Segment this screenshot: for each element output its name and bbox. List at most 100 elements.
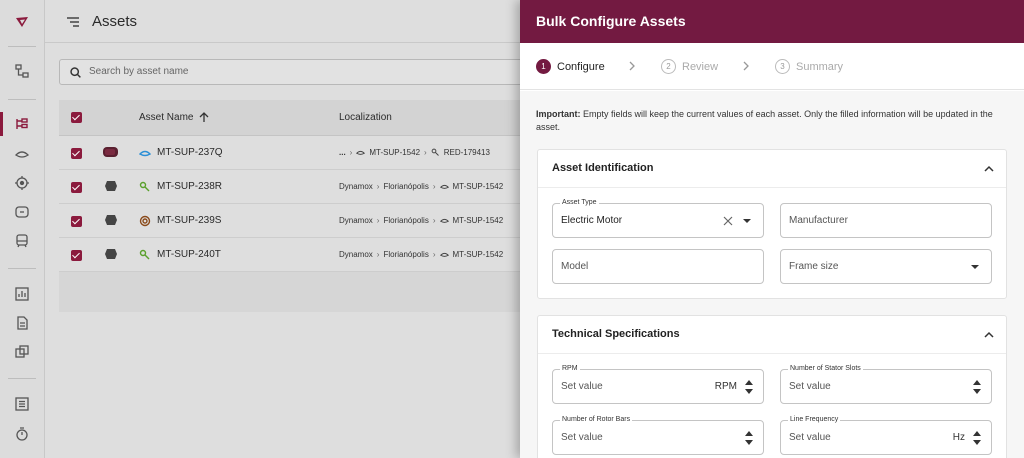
copy-icon[interactable] bbox=[10, 340, 34, 364]
chevron-right-icon bbox=[629, 61, 635, 71]
active-indicator bbox=[0, 112, 3, 136]
header-localization[interactable]: Localization bbox=[339, 112, 392, 123]
motor-thumbnail bbox=[103, 147, 118, 157]
caret-down-icon[interactable] bbox=[971, 265, 979, 269]
field-label: Number of Rotor Bars bbox=[560, 416, 633, 423]
localization-breadcrumb: Dynamox › Florianópolis › MT-SUP-1542 bbox=[339, 182, 504, 191]
breadcrumb-item[interactable]: Dynamox bbox=[339, 250, 373, 259]
step-review[interactable]: 2 Review bbox=[661, 59, 718, 74]
step-summary[interactable]: 3 Summary bbox=[775, 59, 843, 74]
field-label: Line Frequency bbox=[788, 416, 841, 423]
caret-down-icon[interactable] bbox=[743, 219, 751, 223]
gearbox-thumbnail bbox=[105, 181, 117, 191]
table-row[interactable]: MT-SUP-237Q ... › MT-SUP-1542 › RED-1794… bbox=[59, 136, 529, 170]
line-frequency-field[interactable]: Line Frequency Set value Hz bbox=[780, 416, 992, 455]
target-icon[interactable] bbox=[10, 171, 34, 195]
section-title: Technical Specifications bbox=[552, 328, 680, 340]
asset-name[interactable]: MT-SUP-240T bbox=[157, 249, 221, 260]
clear-icon[interactable] bbox=[723, 216, 733, 226]
localization-breadcrumb: ... › MT-SUP-1542 › RED-179413 bbox=[339, 148, 490, 157]
section-title: Asset Identification bbox=[552, 162, 654, 174]
asset-name[interactable]: MT-SUP-239S bbox=[157, 215, 221, 226]
bulk-configure-drawer: Bulk Configure Assets 1 Configure 2 Revi… bbox=[520, 0, 1024, 458]
select-all-checkbox[interactable] bbox=[71, 112, 82, 123]
breadcrumb-item[interactable]: MT-SUP-1542 bbox=[453, 216, 504, 225]
header-asset-name[interactable]: Asset Name bbox=[139, 112, 193, 123]
stepper-icon[interactable] bbox=[745, 379, 753, 395]
field-label: RPM bbox=[560, 365, 580, 372]
table-row[interactable]: MT-SUP-238R Dynamox › Florianópolis › MT… bbox=[59, 170, 529, 204]
sensor-icon bbox=[439, 252, 449, 257]
breadcrumb-more[interactable]: ... bbox=[339, 148, 346, 157]
breadcrumb-item[interactable]: RED-179413 bbox=[444, 148, 490, 157]
search-placeholder: Search by asset name bbox=[89, 66, 189, 77]
field-placeholder: Set value bbox=[789, 432, 831, 443]
assets-table: Asset Name Localization MT-SUP-237Q ... … bbox=[59, 100, 529, 312]
breadcrumb-item[interactable]: MT-SUP-1542 bbox=[453, 182, 504, 191]
row-checkbox[interactable] bbox=[71, 216, 82, 227]
step-number: 3 bbox=[775, 59, 790, 74]
step-number: 1 bbox=[536, 59, 551, 74]
technical-specifications-card: Technical Specifications RPM Set value R… bbox=[537, 315, 1007, 458]
breadcrumb-item[interactable]: MT-SUP-1542 bbox=[369, 148, 420, 157]
menu-collapse-icon[interactable] bbox=[65, 14, 81, 30]
rpm-field[interactable]: RPM Set value RPM bbox=[552, 365, 764, 404]
chart-icon[interactable] bbox=[10, 282, 34, 306]
drawer-header: Bulk Configure Assets bbox=[520, 0, 1024, 43]
stator-slots-field[interactable]: Number of Stator Slots Set value bbox=[780, 365, 992, 404]
asset-type-select[interactable]: Asset Type Electric Motor bbox=[552, 199, 764, 238]
table-header: Asset Name Localization bbox=[59, 100, 529, 136]
rotor-bars-field[interactable]: Number of Rotor Bars Set value bbox=[552, 416, 764, 455]
frame-size-select[interactable]: Frame size bbox=[780, 249, 992, 284]
asset-name[interactable]: MT-SUP-238R bbox=[157, 181, 222, 192]
model-field[interactable]: Model bbox=[552, 249, 764, 284]
sensor-icon[interactable] bbox=[10, 142, 34, 166]
asset-name[interactable]: MT-SUP-237Q bbox=[157, 147, 223, 158]
hierarchy-icon[interactable] bbox=[10, 59, 34, 83]
document-icon[interactable] bbox=[10, 311, 34, 335]
drawer-title: Bulk Configure Assets bbox=[536, 13, 686, 29]
top-bar: Assets bbox=[45, 0, 525, 43]
gateway-icon[interactable] bbox=[10, 200, 34, 224]
stepper-icon[interactable] bbox=[745, 430, 753, 446]
assets-tree-icon[interactable] bbox=[10, 112, 34, 136]
step-configure[interactable]: 1 Configure bbox=[536, 59, 605, 74]
sensor-icon bbox=[356, 150, 366, 155]
manufacturer-field[interactable]: Manufacturer bbox=[780, 203, 992, 238]
field-placeholder: Set value bbox=[561, 381, 603, 392]
stepper-icon[interactable] bbox=[973, 379, 981, 395]
localization-breadcrumb: Dynamox › Florianópolis › MT-SUP-1542 bbox=[339, 250, 504, 259]
field-label: Asset Type bbox=[560, 199, 599, 206]
row-checkbox[interactable] bbox=[71, 250, 82, 261]
localization-breadcrumb: Dynamox › Florianópolis › MT-SUP-1542 bbox=[339, 216, 504, 225]
sort-up-icon[interactable] bbox=[199, 112, 209, 123]
search-icon bbox=[70, 67, 81, 78]
search-input[interactable]: Search by asset name bbox=[59, 59, 529, 85]
stepper-icon[interactable] bbox=[973, 430, 981, 446]
notice-text: Empty fields will keep the current value… bbox=[536, 109, 993, 132]
gearbox-thumbnail bbox=[105, 215, 117, 225]
drawer-content: Important: Empty fields will keep the cu… bbox=[520, 91, 1024, 458]
chevron-up-icon[interactable] bbox=[984, 164, 994, 174]
field-placeholder: Frame size bbox=[789, 261, 839, 272]
logo-icon bbox=[10, 10, 34, 34]
breadcrumb-item[interactable]: Dynamox bbox=[339, 216, 373, 225]
breadcrumb-item[interactable]: MT-SUP-1542 bbox=[453, 250, 504, 259]
chevron-up-icon[interactable] bbox=[984, 330, 994, 340]
sensor-icon bbox=[439, 218, 449, 223]
timer-icon[interactable] bbox=[10, 422, 34, 446]
breadcrumb-item[interactable]: Florianópolis bbox=[383, 250, 428, 259]
row-checkbox[interactable] bbox=[71, 148, 82, 159]
row-checkbox[interactable] bbox=[71, 182, 82, 193]
step-label: Configure bbox=[557, 60, 605, 73]
field-placeholder: Model bbox=[561, 261, 589, 272]
gear-type-icon bbox=[139, 249, 150, 260]
breadcrumb-item[interactable]: Dynamox bbox=[339, 182, 373, 191]
sidebar bbox=[0, 0, 45, 458]
list-icon[interactable] bbox=[10, 392, 34, 416]
table-row[interactable]: MT-SUP-239S Dynamox › Florianópolis › MT… bbox=[59, 204, 529, 238]
table-row[interactable]: MT-SUP-240T Dynamox › Florianópolis › MT… bbox=[59, 238, 529, 272]
breadcrumb-item[interactable]: Florianópolis bbox=[383, 216, 428, 225]
breadcrumb-item[interactable]: Florianópolis bbox=[383, 182, 428, 191]
device-icon[interactable] bbox=[10, 229, 34, 253]
